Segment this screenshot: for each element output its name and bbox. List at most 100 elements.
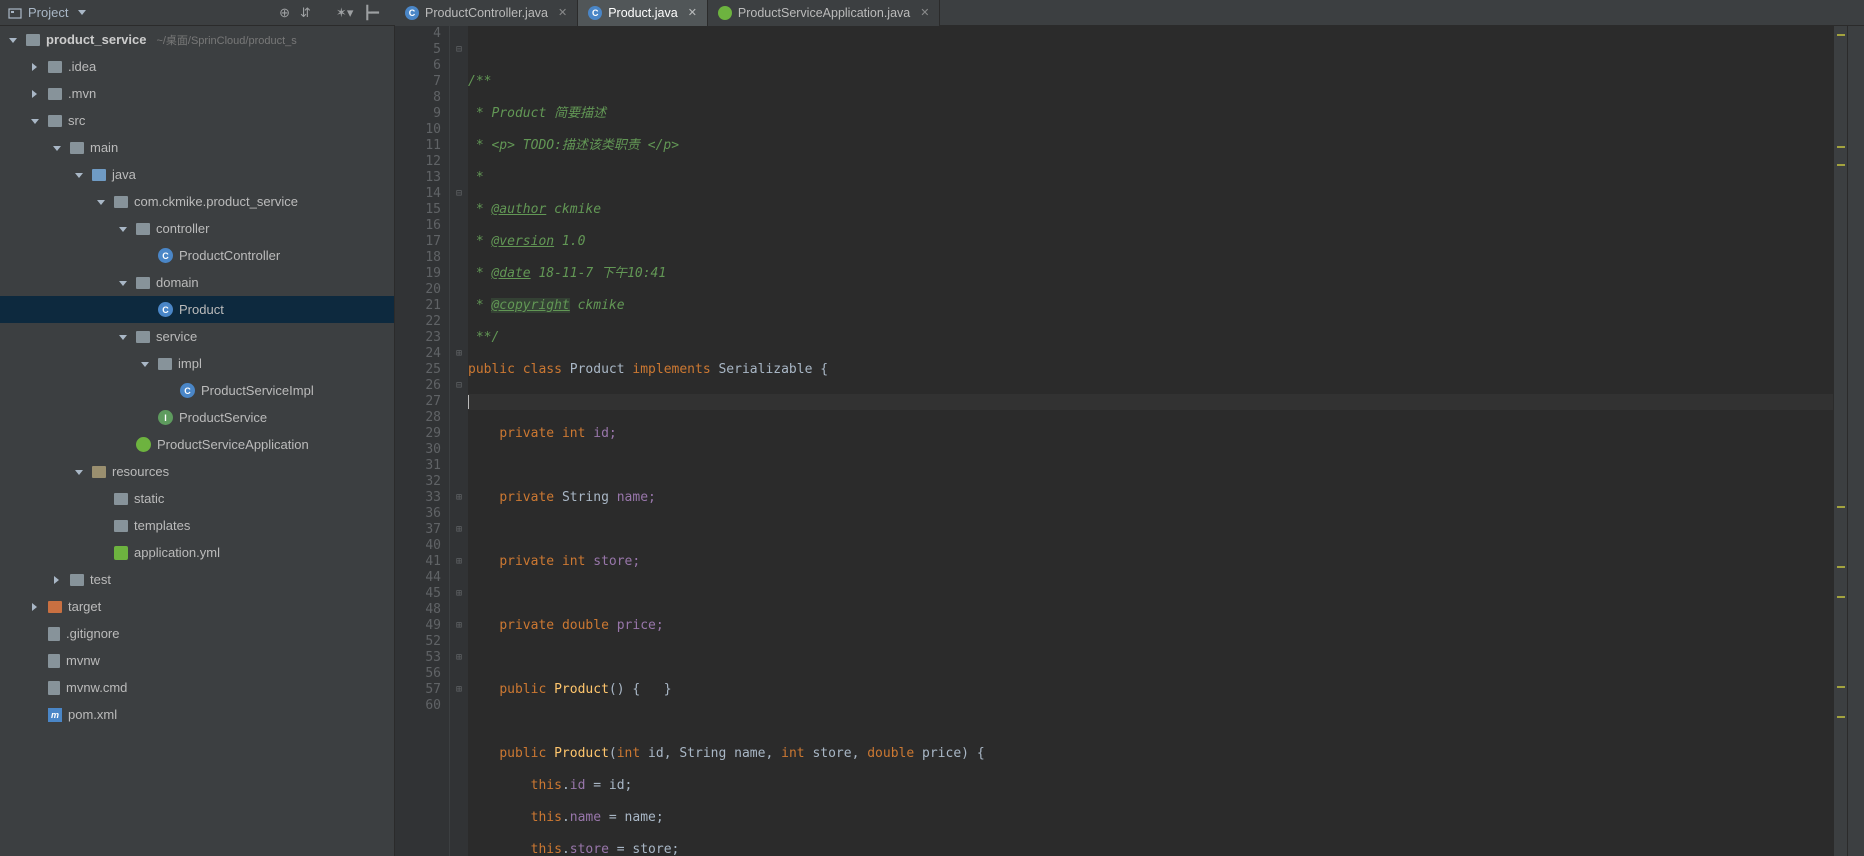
- target-icon[interactable]: ⊕: [279, 5, 290, 21]
- chevron-down-icon[interactable]: [142, 359, 152, 369]
- chevron-down-icon[interactable]: [120, 224, 130, 234]
- line-number[interactable]: 14: [395, 186, 441, 202]
- line-number[interactable]: 12: [395, 154, 441, 170]
- chevron-right-icon[interactable]: [54, 575, 64, 585]
- line-number[interactable]: 21: [395, 298, 441, 314]
- tree-item[interactable]: .gitignore: [0, 620, 394, 647]
- line-number[interactable]: 26: [395, 378, 441, 394]
- fold-toggle-icon[interactable]: ⊞: [450, 554, 468, 570]
- line-number[interactable]: 6: [395, 58, 441, 74]
- tree-item[interactable]: test: [0, 566, 394, 593]
- line-number[interactable]: 57: [395, 682, 441, 698]
- tree-item[interactable]: CProductController: [0, 242, 394, 269]
- line-number[interactable]: 56: [395, 666, 441, 682]
- warning-marker[interactable]: [1837, 506, 1845, 508]
- tree-item[interactable]: domain: [0, 269, 394, 296]
- line-number[interactable]: 7: [395, 74, 441, 90]
- tree-item[interactable]: mvnw: [0, 647, 394, 674]
- tree-item[interactable]: CProductServiceImpl: [0, 377, 394, 404]
- editor-tab[interactable]: CProductController.java✕: [395, 0, 578, 26]
- fold-toggle-icon[interactable]: ⊟: [450, 378, 468, 394]
- project-dropdown-icon[interactable]: [78, 10, 86, 15]
- tree-item[interactable]: mvnw.cmd: [0, 674, 394, 701]
- tree-item[interactable]: ProductServiceApplication: [0, 431, 394, 458]
- fold-toggle-icon[interactable]: ⊞: [450, 490, 468, 506]
- line-number[interactable]: 5: [395, 42, 441, 58]
- tree-item[interactable]: IProductService: [0, 404, 394, 431]
- line-number[interactable]: 9: [395, 106, 441, 122]
- line-number[interactable]: 44: [395, 570, 441, 586]
- chevron-down-icon[interactable]: [120, 332, 130, 342]
- chevron-right-icon[interactable]: [32, 62, 42, 72]
- tree-root[interactable]: product_service ~/桌面/SprinCloud/product_…: [0, 26, 394, 53]
- fold-toggle-icon[interactable]: ⊞: [450, 650, 468, 666]
- chevron-down-icon[interactable]: [98, 197, 108, 207]
- line-number[interactable]: 23: [395, 330, 441, 346]
- chevron-down-icon[interactable]: [76, 467, 86, 477]
- warning-marker[interactable]: [1837, 566, 1845, 568]
- right-gutter[interactable]: [1833, 26, 1847, 856]
- tree-item[interactable]: com.ckmike.product_service: [0, 188, 394, 215]
- line-number[interactable]: 11: [395, 138, 441, 154]
- chevron-right-icon[interactable]: [32, 602, 42, 612]
- line-number[interactable]: 49: [395, 618, 441, 634]
- line-number[interactable]: 53: [395, 650, 441, 666]
- warning-marker[interactable]: [1837, 146, 1845, 148]
- fold-toggle-icon[interactable]: ⊞: [450, 346, 468, 362]
- tree-item[interactable]: resources: [0, 458, 394, 485]
- line-number[interactable]: 20: [395, 282, 441, 298]
- chevron-right-icon[interactable]: [32, 89, 42, 99]
- tree-item[interactable]: java: [0, 161, 394, 188]
- line-number[interactable]: 40: [395, 538, 441, 554]
- fold-toggle-icon[interactable]: ⊞: [450, 586, 468, 602]
- editor-tab[interactable]: CProduct.java✕: [578, 0, 708, 26]
- line-number[interactable]: 19: [395, 266, 441, 282]
- warning-marker[interactable]: [1837, 596, 1845, 598]
- chevron-down-icon[interactable]: [120, 278, 130, 288]
- warning-marker[interactable]: [1837, 164, 1845, 166]
- project-header[interactable]: Project ⊕ ⇵ ✶▾ ┣━: [0, 5, 395, 21]
- tree-item[interactable]: service: [0, 323, 394, 350]
- warning-marker[interactable]: [1837, 686, 1845, 688]
- editor-tab[interactable]: ProductServiceApplication.java✕: [708, 0, 941, 26]
- close-icon[interactable]: ✕: [920, 6, 929, 19]
- line-number[interactable]: 15: [395, 202, 441, 218]
- tree-item[interactable]: main: [0, 134, 394, 161]
- tree-item[interactable]: mpom.xml: [0, 701, 394, 728]
- line-number[interactable]: 30: [395, 442, 441, 458]
- line-number[interactable]: 48: [395, 602, 441, 618]
- line-number[interactable]: 13: [395, 170, 441, 186]
- line-number[interactable]: 27: [395, 394, 441, 410]
- gear-icon[interactable]: ✶▾: [336, 5, 353, 21]
- tree-item[interactable]: impl: [0, 350, 394, 377]
- chevron-down-icon[interactable]: [54, 143, 64, 153]
- line-number[interactable]: 18: [395, 250, 441, 266]
- chevron-down-icon[interactable]: [10, 35, 20, 45]
- tree-item[interactable]: application.yml: [0, 539, 394, 566]
- line-number[interactable]: 4: [395, 26, 441, 42]
- line-number[interactable]: 45: [395, 586, 441, 602]
- code-editor[interactable]: 4567891011121314151617181920212223242526…: [395, 26, 1847, 856]
- hide-icon[interactable]: ┣━: [363, 5, 379, 21]
- code-content[interactable]: /** * Product 简要描述 * <p> TODO:描述该类职责 </p…: [468, 26, 1833, 856]
- line-number[interactable]: 31: [395, 458, 441, 474]
- line-number[interactable]: 36: [395, 506, 441, 522]
- line-number[interactable]: 28: [395, 410, 441, 426]
- line-number[interactable]: 41: [395, 554, 441, 570]
- chevron-down-icon[interactable]: [76, 170, 86, 180]
- line-number-gutter[interactable]: 4567891011121314151617181920212223242526…: [395, 26, 450, 856]
- line-number[interactable]: 8: [395, 90, 441, 106]
- warning-marker[interactable]: [1837, 716, 1845, 718]
- project-tree[interactable]: product_service ~/桌面/SprinCloud/product_…: [0, 26, 395, 856]
- line-number[interactable]: 60: [395, 698, 441, 714]
- fold-toggle-icon[interactable]: ⊟: [450, 186, 468, 202]
- line-number[interactable]: 22: [395, 314, 441, 330]
- line-number[interactable]: 32: [395, 474, 441, 490]
- line-number[interactable]: 16: [395, 218, 441, 234]
- fold-toggle-icon[interactable]: ⊞: [450, 522, 468, 538]
- line-number[interactable]: 17: [395, 234, 441, 250]
- tree-item[interactable]: controller: [0, 215, 394, 242]
- line-number[interactable]: 33: [395, 490, 441, 506]
- tree-item[interactable]: .mvn: [0, 80, 394, 107]
- tree-item[interactable]: src: [0, 107, 394, 134]
